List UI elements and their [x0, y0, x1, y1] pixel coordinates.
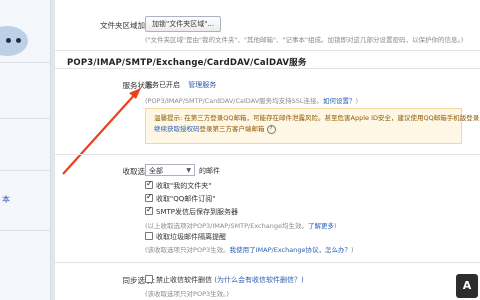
sync-note: (该收取选项只对POP3生效。)	[145, 290, 229, 298]
receive-note-2-end: )	[350, 246, 354, 254]
annotation-arrow	[62, 88, 141, 175]
receive-scope-select[interactable]: 全部 ▼	[145, 164, 195, 176]
receive-note-1-end: )	[333, 222, 337, 230]
learn-more-link[interactable]: 了解更多	[308, 222, 334, 230]
receive-my-folders-label: 收取"我的文件夹"	[156, 182, 212, 190]
receive-scope-value: 全部	[149, 167, 163, 175]
receive-my-folders-checkbox[interactable]	[145, 179, 153, 189]
receive-subscription-checkbox[interactable]	[145, 192, 153, 202]
forbid-client-delete-checkbox[interactable]	[145, 275, 153, 283]
imap-help-link[interactable]: 我使用了IMAP/Exchange协议，怎么办？	[230, 246, 351, 254]
mascot-avatar	[0, 26, 28, 56]
receive-note-2: (该收取选项只对POP3生效。我使用了IMAP/Exchange协议，怎么办？)	[145, 244, 354, 254]
section-divider	[55, 262, 480, 263]
receive-scope-suffix: 的邮件	[199, 167, 220, 175]
forbid-client-delete-label: 禁止收信软件删信	[156, 276, 212, 284]
receive-note-1-text: (以上收取选项对POP3/IMAP/SMTP/Exchange均生效。	[145, 222, 308, 230]
sidebar: 本	[0, 0, 51, 300]
receive-options-label: 收取选项:	[122, 167, 155, 176]
receive-subscription-label: 收取"QQ邮件订阅"	[156, 195, 216, 203]
receive-note-1: (以上收取选项对POP3/IMAP/SMTP/Exchange均生效。了解更多)	[145, 220, 337, 230]
forbid-client-delete: 禁止收信软件删信 (为什么会有收信软件删信？)	[156, 275, 304, 285]
settings-panel: 文件夹区域加锁: 加锁"文件夹区域"... ("文件夹区域"是由"我的文件夹"、…	[55, 0, 480, 300]
sidebar-divider	[0, 230, 50, 231]
smtp-save-sent-checkbox[interactable]	[145, 205, 153, 215]
sidebar-divider	[0, 118, 50, 119]
section-divider	[55, 154, 480, 155]
why-delete-link[interactable]: (为什么会有收信软件删信？)	[214, 276, 303, 284]
arrow-shaft	[62, 91, 138, 175]
sync-options-label: 同步选项:	[122, 276, 155, 285]
floating-app-icon[interactable]: A	[456, 274, 478, 298]
spam-isolation-checkbox[interactable]	[145, 232, 153, 240]
sidebar-divider	[0, 62, 50, 63]
spam-isolation-label: 收取垃圾邮件隔离提醒	[156, 233, 226, 241]
smtp-save-sent-label: SMTP发信后保存到服务器	[156, 208, 238, 216]
receive-note-2-text: (该收取选项只对POP3生效。	[145, 246, 230, 254]
chevron-down-icon: ▼	[186, 167, 191, 174]
sidebar-item-label[interactable]: 本	[2, 194, 10, 205]
sidebar-divider	[0, 170, 50, 171]
